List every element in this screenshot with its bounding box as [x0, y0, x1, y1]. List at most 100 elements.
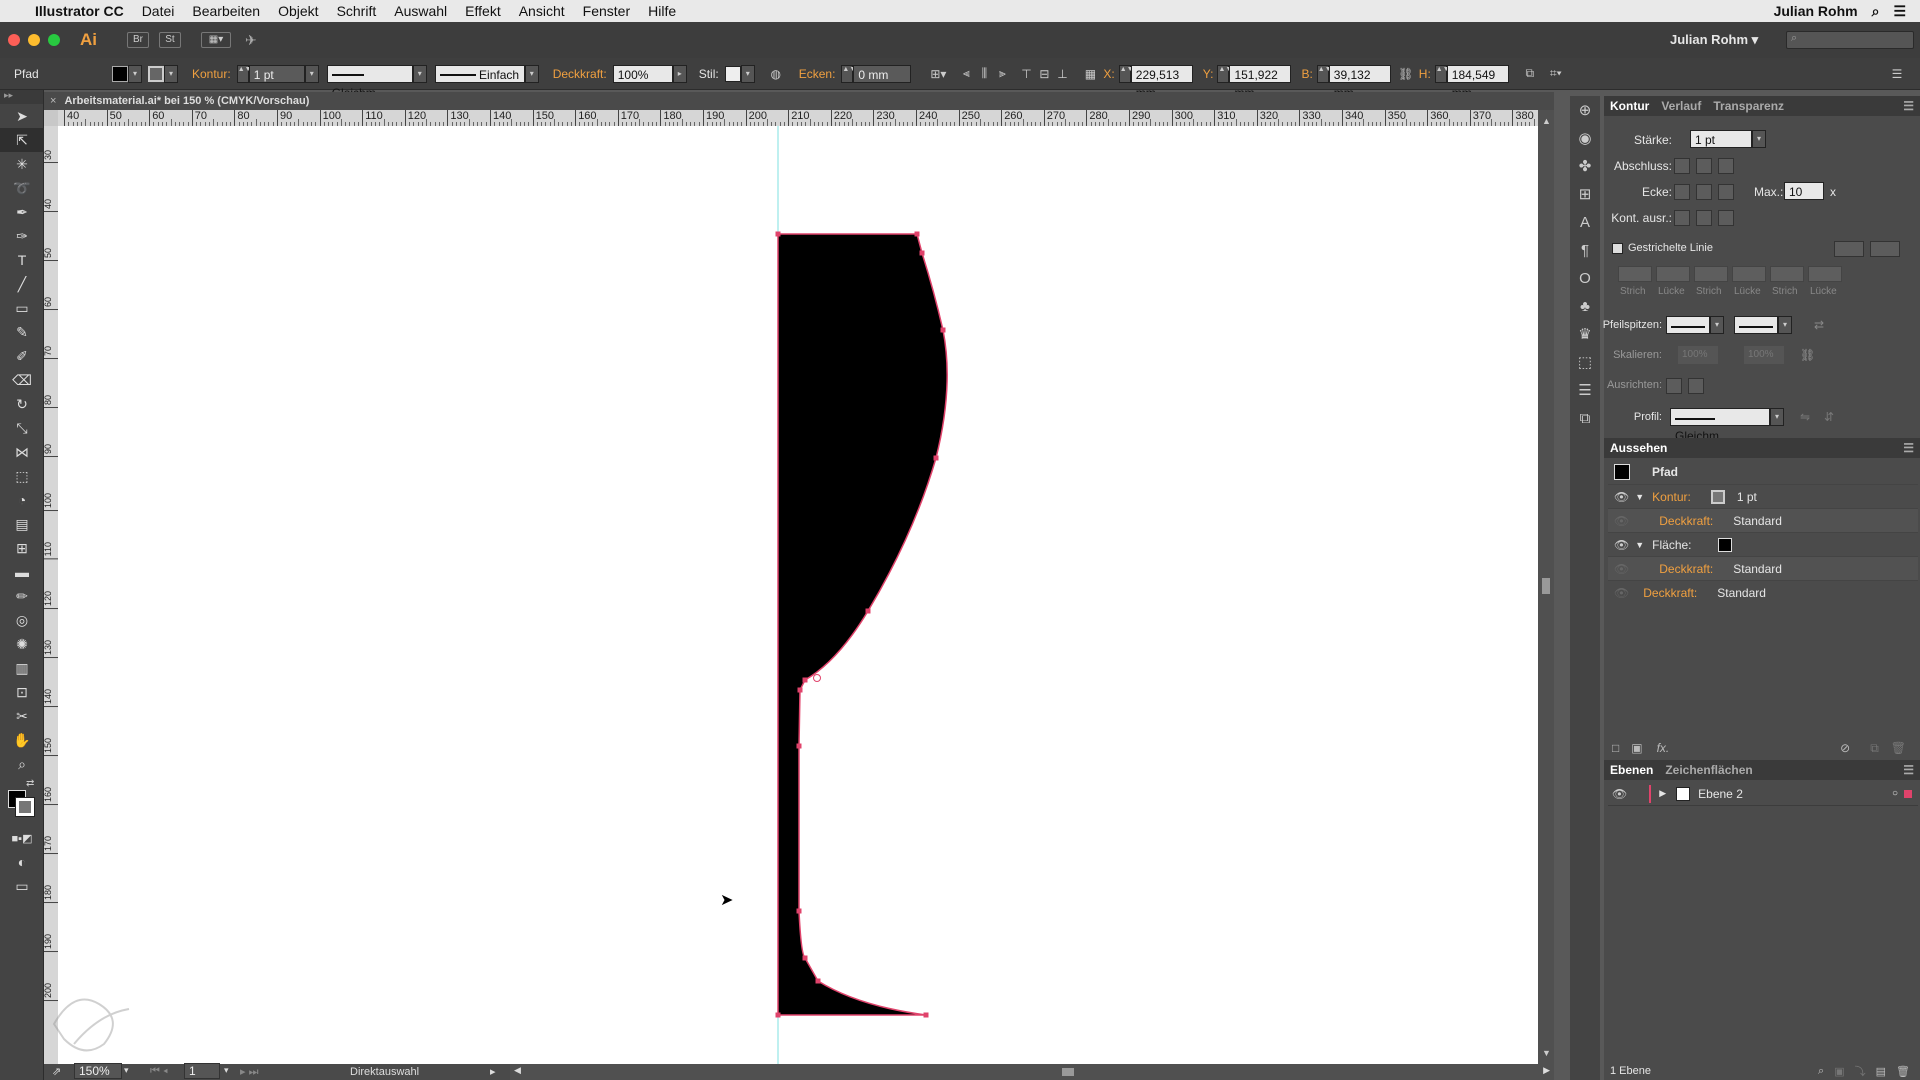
kontur-stepper[interactable]: ▲▼ [236, 64, 252, 83]
spotlight-search-icon[interactable]: ⌕ [1872, 3, 1880, 20]
anchor-point[interactable] [802, 955, 808, 961]
close-window-button[interactable] [8, 34, 20, 46]
cap-square-icon[interactable] [1718, 158, 1734, 174]
dash-preserve-icon[interactable] [1834, 241, 1864, 257]
hscroll-thumb[interactable] [1062, 1068, 1074, 1076]
scale-start-field[interactable]: 100% [1678, 346, 1718, 364]
opacity-field[interactable]: 100% [612, 64, 673, 83]
isolate-object-icon[interactable]: ⧉ [1521, 65, 1539, 83]
last-artboard-icon[interactable]: ▸ ⏭ [240, 1065, 258, 1079]
app-menu[interactable]: Illustrator CC [35, 3, 124, 19]
shape-builder-tool-icon[interactable]: ◔ [0, 488, 44, 512]
brush-definition[interactable]: Einfach [434, 64, 525, 83]
start-arrow-dropdown[interactable]: ▾ [1710, 316, 1724, 334]
cap-round-icon[interactable] [1696, 158, 1712, 174]
w-stepper[interactable]: ▲▼ [1316, 64, 1332, 83]
menu-auswahl[interactable]: Auswahl [394, 3, 447, 19]
anchor-point[interactable] [865, 608, 871, 614]
help-search-input[interactable]: ⌕ [1786, 31, 1914, 49]
locate-object-icon[interactable]: ⌕ [1818, 1065, 1824, 1078]
brush-dropdown[interactable]: ▾ [524, 64, 539, 83]
graphic-style-swatch[interactable] [724, 65, 741, 82]
shaper-tool-icon[interactable]: ✐ [0, 344, 44, 368]
flip-vertical-icon[interactable]: ⇵ [1824, 410, 1834, 424]
width-tool-icon[interactable]: ⋈ [0, 440, 44, 464]
opentype-icon[interactable]: O [1570, 264, 1600, 292]
character-icon[interactable]: A [1570, 208, 1600, 236]
y-stepper[interactable]: ▲▼ [1217, 64, 1232, 83]
symbols-icon[interactable]: ♣ [1570, 292, 1600, 320]
h-label[interactable]: H: [1419, 67, 1431, 81]
direct-selection-tool-icon[interactable]: ⇱ [0, 128, 44, 152]
dash-align-icon[interactable] [1870, 241, 1900, 257]
add-new-fill-icon[interactable]: ▣ [1631, 741, 1642, 755]
anchor-point[interactable] [802, 677, 808, 683]
align-hcenter-icon[interactable]: ⫼ [975, 65, 993, 83]
delete-item-icon[interactable]: 🗑 [1891, 741, 1906, 755]
appearance-stroke-opacity-row[interactable]: 👁 Deckkraft: Standard [1608, 508, 1918, 532]
stroke-opacity-label[interactable]: Deckkraft: [1659, 514, 1713, 528]
appearance-object-row[interactable]: Pfad [1608, 460, 1918, 484]
profile-dropdown[interactable]: ▾ [412, 64, 427, 83]
curvature-tool-icon[interactable]: ✑ [0, 224, 44, 248]
join-bevel-icon[interactable] [1718, 184, 1734, 200]
horizontal-ruler[interactable]: 40 50 60 70 80 90 100 110 120 130 140 150 160 170 180 1… [58, 110, 1538, 126]
scroll-down-arrow[interactable]: ▼ [1542, 1048, 1551, 1058]
appearance-stroke-weight[interactable]: 1 pt [1737, 490, 1757, 504]
dash-field[interactable] [1770, 266, 1804, 282]
w-field[interactable]: 39,132 mm [1328, 64, 1391, 100]
object-opacity-label[interactable]: Deckkraft: [1643, 586, 1697, 600]
anchor-point[interactable] [914, 231, 920, 237]
artboard-number-field[interactable]: 1 [184, 1063, 220, 1079]
swap-fill-stroke-icon[interactable]: ⇄ [26, 778, 34, 789]
layer-visibility-eye-icon[interactable]: 👁 [1612, 787, 1627, 801]
mesh-tool-icon[interactable]: ⊞ [0, 536, 44, 560]
appearance-fill-row[interactable]: 👁 ▼ Fläche: [1608, 532, 1918, 556]
drawing-mode-icon[interactable]: ◐ [0, 850, 44, 874]
horizontal-scrollbar[interactable]: ◀ ▶ [510, 1064, 1554, 1080]
corners-label[interactable]: Ecken: [799, 67, 836, 81]
status-menu-arrow[interactable]: ▸ [490, 1065, 496, 1078]
scale-end-field[interactable]: 100% [1744, 346, 1784, 364]
fill-opacity-eye-icon[interactable]: 👁 [1614, 562, 1629, 576]
stroke-opacity-eye-icon[interactable]: 👁 [1614, 514, 1629, 528]
brushes-icon[interactable]: ✤ [1570, 152, 1600, 180]
grid-panel-icon[interactable]: ⊞ [1570, 180, 1600, 208]
hand-tool-icon[interactable]: ✋ [0, 728, 44, 752]
notification-center-icon[interactable]: ☰ [1893, 3, 1906, 20]
layer-target-icon[interactable]: ○ [1892, 788, 1898, 799]
add-new-stroke-icon[interactable]: □ [1612, 741, 1619, 755]
paintbrush-tool-icon[interactable]: ✎ [0, 320, 44, 344]
delete-layer-icon[interactable]: 🗑 [1896, 1065, 1910, 1078]
anchor-point[interactable] [797, 687, 803, 693]
align-to-icon[interactable]: ⊞▾ [929, 65, 947, 83]
menu-fenster[interactable]: Fenster [583, 3, 630, 19]
gradient-tool-icon[interactable]: ▬ [0, 560, 44, 584]
transform-icon[interactable]: ⬚ [1570, 348, 1600, 376]
end-arrow-select[interactable] [1734, 316, 1778, 334]
control-bar-menu-icon[interactable]: ☰ [1888, 65, 1906, 83]
h-stepper[interactable]: ▲▼ [1434, 64, 1450, 83]
cap-butt-icon[interactable] [1674, 158, 1690, 174]
rotate-tool-icon[interactable]: ↻ [0, 392, 44, 416]
start-arrow-select[interactable] [1666, 316, 1710, 334]
appearance-stroke-row[interactable]: 👁 ▼ Kontur: 1 pt [1608, 484, 1918, 508]
stroke-swatch[interactable] [148, 65, 164, 82]
zoom-field[interactable]: 150% [74, 1063, 122, 1079]
appearance-flaeche-label[interactable]: Fläche: [1652, 538, 1691, 552]
menu-effekt[interactable]: Effekt [465, 3, 501, 19]
blend-tool-icon[interactable]: ◎ [0, 608, 44, 632]
anchor-point[interactable] [775, 1012, 781, 1018]
opacity-dropdown[interactable]: ▸ [672, 64, 687, 83]
bridge-button[interactable]: Br [127, 32, 149, 48]
x-field[interactable]: 229,513 mm [1130, 64, 1193, 100]
dashed-checkbox[interactable] [1612, 243, 1623, 254]
staerke-dropdown[interactable]: ▾ [1752, 130, 1766, 148]
align-right-icon[interactable]: ⫸ [993, 65, 1011, 83]
y-label[interactable]: Y: [1203, 67, 1214, 81]
perspective-grid-tool-icon[interactable]: ▤ [0, 512, 44, 536]
color-guide-icon[interactable]: ⊕ [1570, 96, 1600, 124]
ruler-origin[interactable] [44, 110, 58, 126]
stroke-visibility-eye-icon[interactable]: 👁 [1614, 490, 1629, 504]
w-label[interactable]: B: [1301, 67, 1312, 81]
